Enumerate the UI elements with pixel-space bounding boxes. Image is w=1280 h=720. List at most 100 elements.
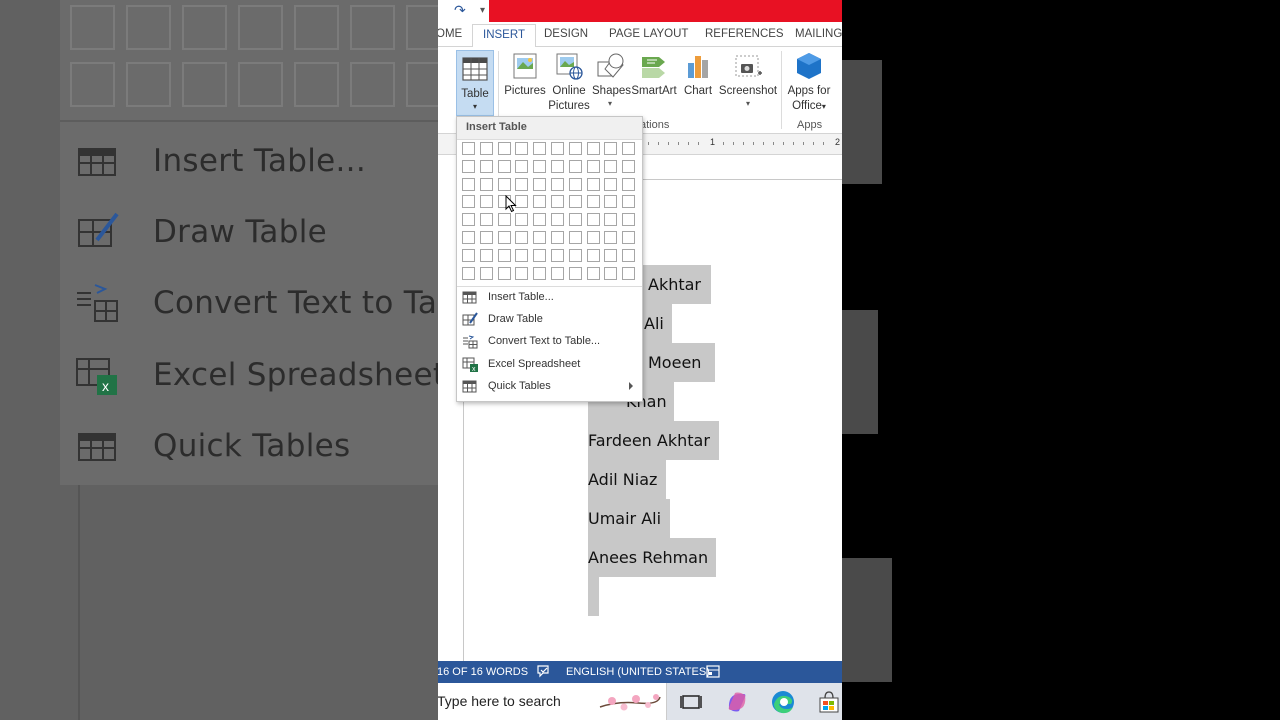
table-grid-cell[interactable]: [497, 266, 511, 280]
table-grid-cell[interactable]: [479, 231, 493, 244]
table-grid-cell[interactable]: [604, 159, 618, 173]
table-grid-cell[interactable]: [515, 177, 529, 191]
macro-recording-icon[interactable]: [706, 665, 720, 681]
menu-item-excel-spreadsheet[interactable]: x Excel Spreadsheet: [458, 354, 641, 375]
microsoft-store-icon[interactable]: [816, 689, 842, 715]
table-grid-cell[interactable]: [497, 142, 511, 155]
table-grid-cell[interactable]: [586, 248, 600, 262]
table-grid-cell[interactable]: [604, 231, 618, 244]
table-grid-cell[interactable]: [622, 142, 636, 155]
table-grid-cell[interactable]: [551, 142, 564, 155]
table-grid-cell[interactable]: [551, 266, 564, 280]
redo-button[interactable]: ↷: [454, 2, 466, 19]
table-grid-cell[interactable]: [622, 266, 636, 280]
online-pictures-button[interactable]: Online Pictures: [548, 51, 590, 114]
table-grid-cell[interactable]: [515, 159, 529, 173]
table-grid-cell[interactable]: [604, 177, 618, 191]
table-grid-cell[interactable]: [479, 142, 493, 155]
table-grid-cell[interactable]: [622, 177, 636, 191]
word-count[interactable]: 16 OF 16 WORDS: [438, 666, 528, 678]
table-grid-cell[interactable]: [586, 213, 600, 227]
table-grid-cell[interactable]: [604, 248, 618, 262]
table-grid-cell[interactable]: [586, 266, 600, 280]
table-grid-cell[interactable]: [622, 248, 636, 262]
menu-item-insert-table[interactable]: Insert Table...: [458, 287, 641, 308]
table-grid-cell[interactable]: [462, 248, 475, 262]
table-grid-cell[interactable]: [586, 231, 600, 244]
table-grid-cell[interactable]: [533, 159, 547, 173]
language-indicator[interactable]: ENGLISH (UNITED STATES): [566, 666, 710, 678]
table-grid-cell[interactable]: [568, 177, 582, 191]
table-grid-cell[interactable]: [568, 142, 582, 155]
table-grid-cell[interactable]: [515, 213, 529, 227]
document-line[interactable]: Fardeen Akhtar: [588, 421, 719, 460]
table-grid-cell[interactable]: [479, 248, 493, 262]
apps-for-office-button[interactable]: Apps for Office▾: [786, 51, 832, 114]
table-grid-cell[interactable]: [533, 195, 547, 209]
tab-home[interactable]: OME: [438, 28, 462, 40]
table-grid-cell[interactable]: [497, 248, 511, 262]
table-grid-cell[interactable]: [462, 231, 475, 244]
tab-mailings[interactable]: MAILINGS: [795, 28, 842, 40]
taskbar-search-box[interactable]: Type here to search: [438, 683, 667, 720]
table-grid-cell[interactable]: [551, 213, 564, 227]
table-grid-cell[interactable]: [551, 177, 564, 191]
table-grid-cell[interactable]: [497, 177, 511, 191]
tab-page-layout[interactable]: PAGE LAYOUT: [609, 28, 688, 40]
tab-references[interactable]: REFERENCES: [705, 28, 784, 40]
table-grid-cell[interactable]: [515, 195, 529, 209]
table-grid-cell[interactable]: [568, 195, 582, 209]
menu-item-draw-table[interactable]: Draw Table: [458, 309, 641, 330]
table-grid-cell[interactable]: [551, 248, 564, 262]
table-grid-cell[interactable]: [551, 231, 564, 244]
table-grid-cell[interactable]: [604, 195, 618, 209]
customize-quick-access-button[interactable]: ▾: [480, 5, 485, 16]
table-grid-cell[interactable]: [515, 142, 529, 155]
chart-button[interactable]: Chart: [682, 51, 714, 99]
table-grid-cell[interactable]: [604, 213, 618, 227]
table-button[interactable]: Table ▾: [456, 50, 494, 116]
table-grid-cell[interactable]: [479, 266, 493, 280]
pictures-button[interactable]: Pictures: [504, 51, 546, 99]
table-grid-cell[interactable]: [462, 266, 475, 280]
table-grid-cell[interactable]: [462, 177, 475, 191]
tab-insert[interactable]: INSERT: [472, 24, 536, 48]
table-grid-cell[interactable]: [479, 195, 493, 209]
table-grid-cell[interactable]: [515, 231, 529, 244]
table-grid-cell[interactable]: [604, 266, 618, 280]
document-line[interactable]: Adil Niaz: [588, 460, 666, 499]
screenshot-button[interactable]: Screenshot ▾: [718, 51, 778, 108]
table-grid-cell[interactable]: [479, 177, 493, 191]
table-grid-cell[interactable]: [533, 177, 547, 191]
table-grid-cell[interactable]: [586, 195, 600, 209]
proofing-icon[interactable]: [537, 665, 551, 681]
copilot-icon[interactable]: [724, 689, 750, 715]
table-grid-cell[interactable]: [586, 159, 600, 173]
table-grid-cell[interactable]: [568, 213, 582, 227]
table-grid-cell[interactable]: [515, 248, 529, 262]
table-grid-cell[interactable]: [497, 159, 511, 173]
table-grid-cell[interactable]: [462, 195, 475, 209]
table-grid-cell[interactable]: [533, 213, 547, 227]
table-grid-cell[interactable]: [533, 248, 547, 262]
table-grid-cell[interactable]: [568, 266, 582, 280]
document-line[interactable]: Umair Ali: [588, 499, 670, 538]
table-grid-cell[interactable]: [622, 159, 636, 173]
table-grid-cell[interactable]: [462, 142, 475, 155]
menu-item-quick-tables[interactable]: Quick Tables: [458, 376, 641, 397]
table-grid-cell[interactable]: [515, 266, 529, 280]
table-grid-cell[interactable]: [462, 213, 475, 227]
table-grid-cell[interactable]: [551, 195, 564, 209]
table-grid-cell[interactable]: [533, 231, 547, 244]
table-grid-cell[interactable]: [604, 142, 618, 155]
table-grid-cell[interactable]: [497, 213, 511, 227]
edge-icon[interactable]: [770, 689, 796, 715]
tab-design[interactable]: DESIGN: [544, 28, 588, 40]
table-grid-cell[interactable]: [497, 231, 511, 244]
table-grid-cell[interactable]: [622, 213, 636, 227]
smartart-button[interactable]: SmartArt: [631, 51, 677, 99]
menu-item-convert-text-to-table[interactable]: Convert Text to Table...: [458, 331, 641, 352]
table-grid-cell[interactable]: [568, 159, 582, 173]
document-line[interactable]: Anees Rehman: [588, 538, 716, 577]
table-grid-cell[interactable]: [586, 142, 600, 155]
